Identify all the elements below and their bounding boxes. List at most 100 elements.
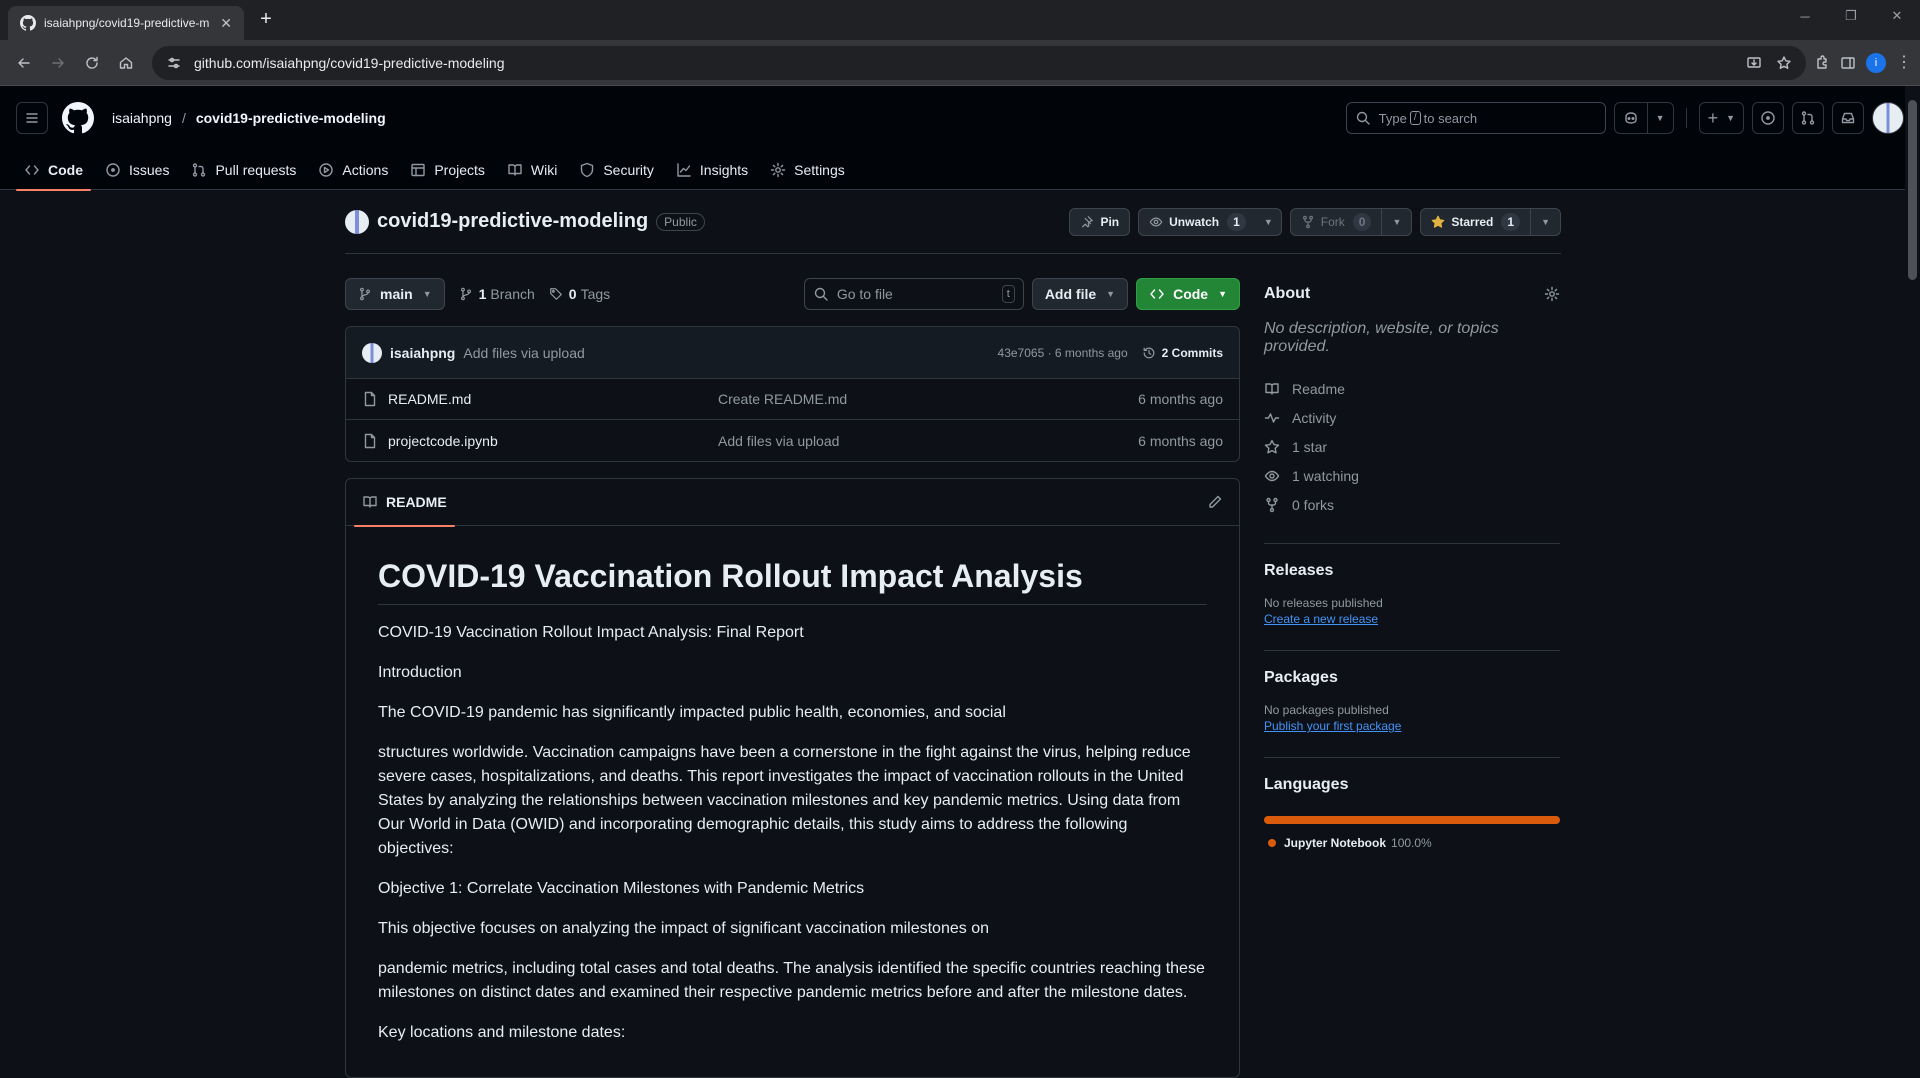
header-divider (1686, 108, 1687, 128)
create-dropdown-icon[interactable]: ▼ (1726, 103, 1743, 133)
tab-code[interactable]: Code (16, 150, 91, 190)
add-file-label: Add file (1045, 286, 1096, 302)
side-panel-icon[interactable] (1840, 55, 1856, 71)
language-bar (1264, 816, 1560, 824)
inbox-icon[interactable] (1832, 102, 1864, 134)
hamburger-menu-button[interactable] (16, 102, 48, 134)
bookmark-star-icon[interactable] (1776, 55, 1792, 71)
forks-link[interactable]: 0 forks (1264, 490, 1560, 519)
add-file-button[interactable]: Add file ▼ (1032, 278, 1128, 310)
tags-link[interactable]: 0Tags (549, 286, 610, 302)
pin-button[interactable]: Pin (1069, 208, 1130, 236)
copilot-button[interactable]: ▼ (1614, 102, 1674, 134)
commit-sha-time[interactable]: 43e7065 · 6 months ago (998, 346, 1128, 360)
file-commit-message[interactable]: Create README.md (718, 391, 1138, 407)
commit-message[interactable]: Add files via upload (463, 345, 584, 361)
copilot-icon[interactable] (1615, 103, 1647, 133)
restore-icon[interactable]: ❐ (1828, 0, 1874, 32)
breadcrumb-owner[interactable]: isaiahpng (112, 110, 172, 126)
sidebar-divider (1264, 757, 1560, 758)
back-button[interactable] (8, 47, 40, 79)
address-bar[interactable]: github.com/isaiahpng/covid19-predictive-… (152, 46, 1806, 80)
readme-link[interactable]: Readme (1264, 374, 1560, 403)
star-dropdown-icon[interactable]: ▼ (1530, 209, 1560, 235)
install-app-icon[interactable] (1746, 55, 1762, 71)
gear-icon (770, 162, 786, 178)
go-to-file-key: t (1002, 285, 1015, 303)
commit-author-avatar[interactable] (362, 343, 382, 363)
page-scrollbar[interactable] (1905, 86, 1920, 1040)
github-logo-icon[interactable] (62, 102, 94, 134)
issue-icon (105, 162, 121, 178)
list-item[interactable]: projectcode.ipynb Add files via upload 6… (346, 420, 1239, 461)
commit-author[interactable]: isaiahpng (390, 345, 455, 361)
pull-request-icon (191, 162, 207, 178)
readme-tab[interactable]: README (354, 479, 455, 526)
branch-select-button[interactable]: main ▼ (345, 278, 445, 310)
stars-link[interactable]: 1 star (1264, 432, 1560, 461)
reload-button[interactable] (76, 47, 108, 79)
browser-menu-icon[interactable]: ⋮ (1896, 55, 1912, 71)
close-window-icon[interactable]: ✕ (1874, 0, 1920, 32)
extensions-icon[interactable] (1814, 55, 1830, 71)
watchers-link[interactable]: 1 watching (1264, 461, 1560, 490)
pencil-icon[interactable] (1207, 494, 1223, 510)
user-avatar[interactable] (1872, 102, 1904, 134)
starred-button[interactable]: Starred1 ▼ (1420, 208, 1561, 236)
commits-link[interactable]: 2 Commits (1142, 346, 1223, 360)
site-info-icon[interactable] (166, 55, 182, 71)
global-search-input[interactable]: Type / to search (1346, 102, 1606, 134)
branch-label: Branch (490, 286, 534, 302)
home-button[interactable] (110, 47, 142, 79)
tab-settings[interactable]: Settings (762, 150, 853, 190)
tab-actions[interactable]: Actions (310, 150, 396, 190)
tab-issues[interactable]: Issues (97, 150, 177, 190)
tab-security[interactable]: Security (571, 150, 662, 190)
file-name[interactable]: projectcode.ipynb (388, 433, 718, 449)
browser-tab[interactable]: isaiahpng/covid19-predictive-m ✕ (8, 6, 244, 40)
language-name: Jupyter Notebook (1284, 836, 1386, 850)
gear-icon[interactable] (1544, 286, 1560, 302)
copilot-dropdown-icon[interactable]: ▼ (1647, 103, 1673, 133)
code-button[interactable]: Code ▼ (1136, 278, 1240, 310)
releases-title[interactable]: Releases (1264, 562, 1560, 580)
tab-label: Settings (794, 162, 845, 178)
stat-label: 1 watching (1292, 468, 1359, 484)
browser-profile-avatar[interactable]: i (1866, 53, 1886, 73)
repo-header: covid19-predictive-modeling Public Pin U… (345, 190, 1561, 254)
fork-dropdown-icon[interactable]: ▼ (1381, 209, 1411, 235)
create-release-link[interactable]: Create a new release (1264, 612, 1378, 626)
file-icon (362, 391, 378, 407)
tab-pull-requests[interactable]: Pull requests (183, 150, 304, 190)
publish-package-link[interactable]: Publish your first package (1264, 719, 1401, 733)
watch-dropdown-icon[interactable]: ▼ (1256, 209, 1281, 235)
packages-title[interactable]: Packages (1264, 669, 1560, 687)
file-commit-message[interactable]: Add files via upload (718, 433, 1138, 449)
tab-insights[interactable]: Insights (668, 150, 756, 190)
forward-button[interactable] (42, 47, 74, 79)
close-tab-icon[interactable]: ✕ (220, 15, 232, 32)
language-percent: 100.0% (1391, 836, 1432, 850)
activity-link[interactable]: Activity (1264, 403, 1560, 432)
minimize-icon[interactable]: ─ (1782, 0, 1828, 32)
language-item[interactable]: Jupyter Notebook 100.0% (1264, 836, 1560, 850)
pull-requests-icon[interactable] (1792, 102, 1824, 134)
repo-title[interactable]: covid19-predictive-modeling (377, 210, 648, 233)
create-new-button[interactable]: + ▼ (1699, 102, 1744, 134)
tab-wiki[interactable]: Wiki (499, 150, 565, 190)
file-name[interactable]: README.md (388, 391, 718, 407)
branch-caret-icon: ▼ (423, 289, 432, 299)
owner-avatar[interactable] (345, 210, 369, 234)
issues-icon[interactable] (1752, 102, 1784, 134)
fork-button[interactable]: Fork0 ▼ (1290, 208, 1413, 236)
breadcrumb-repo[interactable]: covid19-predictive-modeling (196, 110, 386, 126)
unwatch-button[interactable]: Unwatch1 ▼ (1138, 208, 1282, 236)
scrollbar-thumb[interactable] (1908, 100, 1917, 280)
plus-icon[interactable]: + (1700, 103, 1727, 133)
new-tab-button[interactable]: + (254, 8, 278, 32)
branches-link[interactable]: 1Branch (459, 286, 535, 302)
search-icon (1355, 110, 1371, 126)
go-to-file-input[interactable]: Go to file t (804, 278, 1024, 310)
list-item[interactable]: README.md Create README.md 6 months ago (346, 379, 1239, 420)
tab-projects[interactable]: Projects (402, 150, 493, 190)
